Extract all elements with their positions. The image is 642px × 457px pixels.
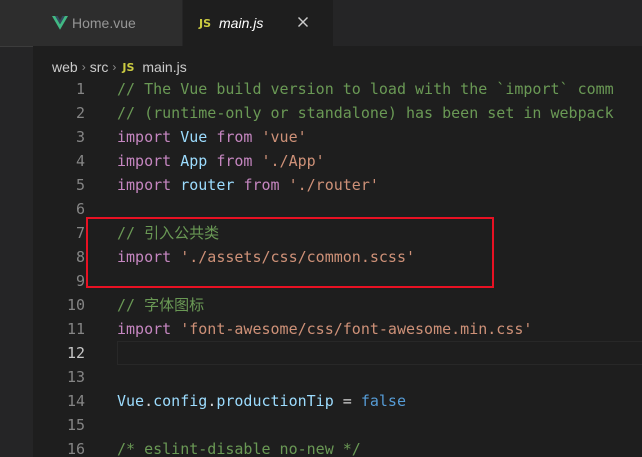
code-token: false — [360, 392, 406, 410]
code-text: // (runtime-only or standalone) has been… — [117, 101, 614, 125]
chevron-right-icon: › — [112, 60, 117, 74]
left-panel-divider — [0, 46, 33, 47]
breadcrumb-folder-web[interactable]: web — [52, 59, 78, 75]
red-annotation-box — [86, 217, 494, 288]
close-icon[interactable] — [295, 14, 311, 30]
line-number: 6 — [75, 200, 85, 218]
code-token: . — [207, 392, 217, 410]
code-token: import — [117, 320, 172, 338]
code-line[interactable]: 2 // (runtime-only or standalone) has bee… — [33, 101, 642, 125]
tab-home-vue[interactable]: Home.vue — [33, 0, 183, 46]
code-token: import — [117, 128, 172, 146]
js-file-icon: JS — [199, 16, 212, 30]
code-text: /* eslint-disable no-new */ — [117, 437, 361, 457]
code-token: 'font-awesome/css/font-awesome.min.css' — [180, 320, 533, 338]
line-number: 9 — [75, 272, 85, 290]
breadcrumb-file[interactable]: main.js — [142, 59, 186, 75]
code-line[interactable]: 5 import router from './router' — [33, 173, 642, 197]
code-text: import Vue from 'vue' — [117, 125, 307, 149]
code-token: // (runtime-only or standalone) has been… — [117, 104, 614, 122]
code-token: router — [180, 176, 235, 194]
code-line[interactable]: 15 — [33, 413, 642, 437]
code-token: = — [333, 392, 361, 410]
code-editor[interactable]: 16/* eslint-disable no-new */15 14 Vue.con… — [33, 79, 642, 457]
breadcrumb-folder-src[interactable]: src — [90, 59, 109, 75]
line-number: 13 — [66, 368, 85, 386]
line-number: 2 — [75, 104, 85, 122]
code-line[interactable]: 11 import 'font-awesome/css/font-awesome.… — [33, 317, 642, 341]
code-token: import — [117, 152, 172, 170]
code-token: './router' — [288, 176, 379, 194]
line-number: 15 — [66, 416, 85, 434]
breadcrumb: web › src › JS main.js — [52, 56, 187, 78]
code-token: from — [216, 128, 253, 146]
line-number: 7 — [75, 224, 85, 242]
line-number: 3 — [75, 128, 85, 146]
code-line[interactable]: 16 /* eslint-disable no-new */ — [33, 437, 642, 457]
line-number: 11 — [66, 320, 85, 338]
code-text: import 'font-awesome/css/font-awesome.mi… — [117, 317, 532, 341]
code-token: /* eslint-disable no-new */ — [117, 440, 361, 457]
code-line[interactable]: 14 Vue.config.productionTip = false — [33, 389, 642, 413]
code-line[interactable]: 10 // 字体图标 — [33, 293, 642, 317]
code-token: productionTip — [216, 392, 334, 410]
line-number: 10 — [66, 296, 85, 314]
code-line[interactable]: 4 import App from './App' — [33, 149, 642, 173]
line-number: 8 — [75, 248, 85, 266]
tab-main-js[interactable]: JS main.js — [183, 0, 333, 46]
current-line-highlight — [117, 341, 642, 365]
line-number: 5 — [75, 176, 85, 194]
code-text: Vue.config.productionTip = false — [117, 389, 406, 413]
code-line[interactable]: 3 import Vue from 'vue' — [33, 125, 642, 149]
editor-tab-bar: Home.vue JS main.js — [33, 0, 642, 46]
code-text: // The Vue build version to load with th… — [117, 79, 614, 101]
code-token: Vue — [117, 392, 145, 410]
code-token: // The Vue build version to load with th… — [117, 80, 614, 98]
code-token: './App' — [261, 152, 325, 170]
code-token: . — [144, 392, 154, 410]
code-token: config — [153, 392, 208, 410]
code-line[interactable]: 13 — [33, 365, 642, 389]
code-token: from — [216, 152, 253, 170]
code-token: // 字体图标 — [117, 296, 205, 314]
line-number: 1 — [75, 80, 85, 98]
line-number: 16 — [66, 440, 85, 457]
tab-label: Home.vue — [72, 15, 136, 31]
code-line[interactable]: 1 // The Vue build version to load with t… — [33, 79, 642, 101]
left-panel-edge — [0, 0, 33, 457]
line-number: 4 — [75, 152, 85, 170]
left-panel-top — [0, 0, 33, 46]
code-text: import router from './router' — [117, 173, 379, 197]
code-text: // 字体图标 — [117, 293, 204, 317]
code-token: import — [117, 176, 172, 194]
line-number: 14 — [66, 392, 85, 410]
code-token: 'vue' — [261, 128, 307, 146]
chevron-right-icon: › — [81, 60, 86, 74]
js-file-icon: JS — [122, 60, 135, 74]
code-token: Vue — [180, 128, 208, 146]
line-number: 12 — [66, 344, 85, 362]
code-text: import App from './App' — [117, 149, 325, 173]
vue-file-icon — [52, 16, 68, 30]
code-token: from — [243, 176, 280, 194]
tab-label: main.js — [219, 15, 264, 31]
code-token: App — [180, 152, 208, 170]
